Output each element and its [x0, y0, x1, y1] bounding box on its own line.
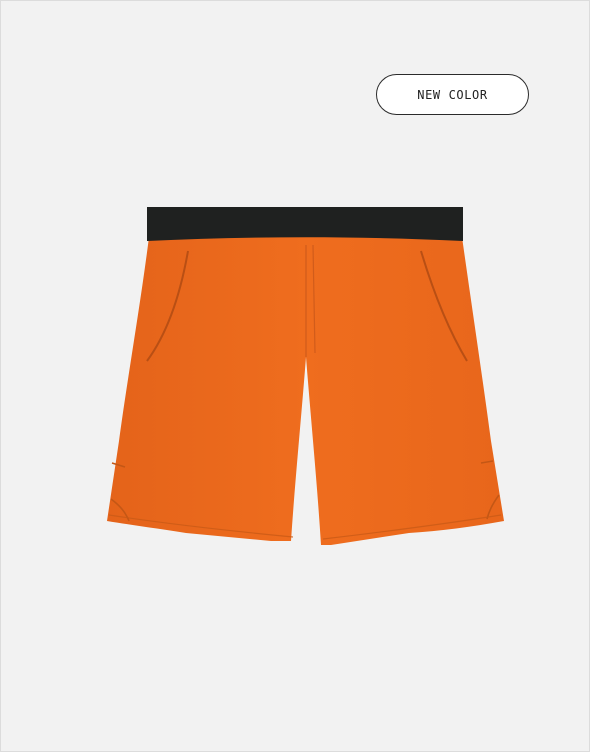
new-color-badge: NEW COLOR [376, 74, 529, 115]
shorts-waistband [147, 207, 463, 241]
product-card[interactable]: NEW COLOR [0, 0, 590, 752]
